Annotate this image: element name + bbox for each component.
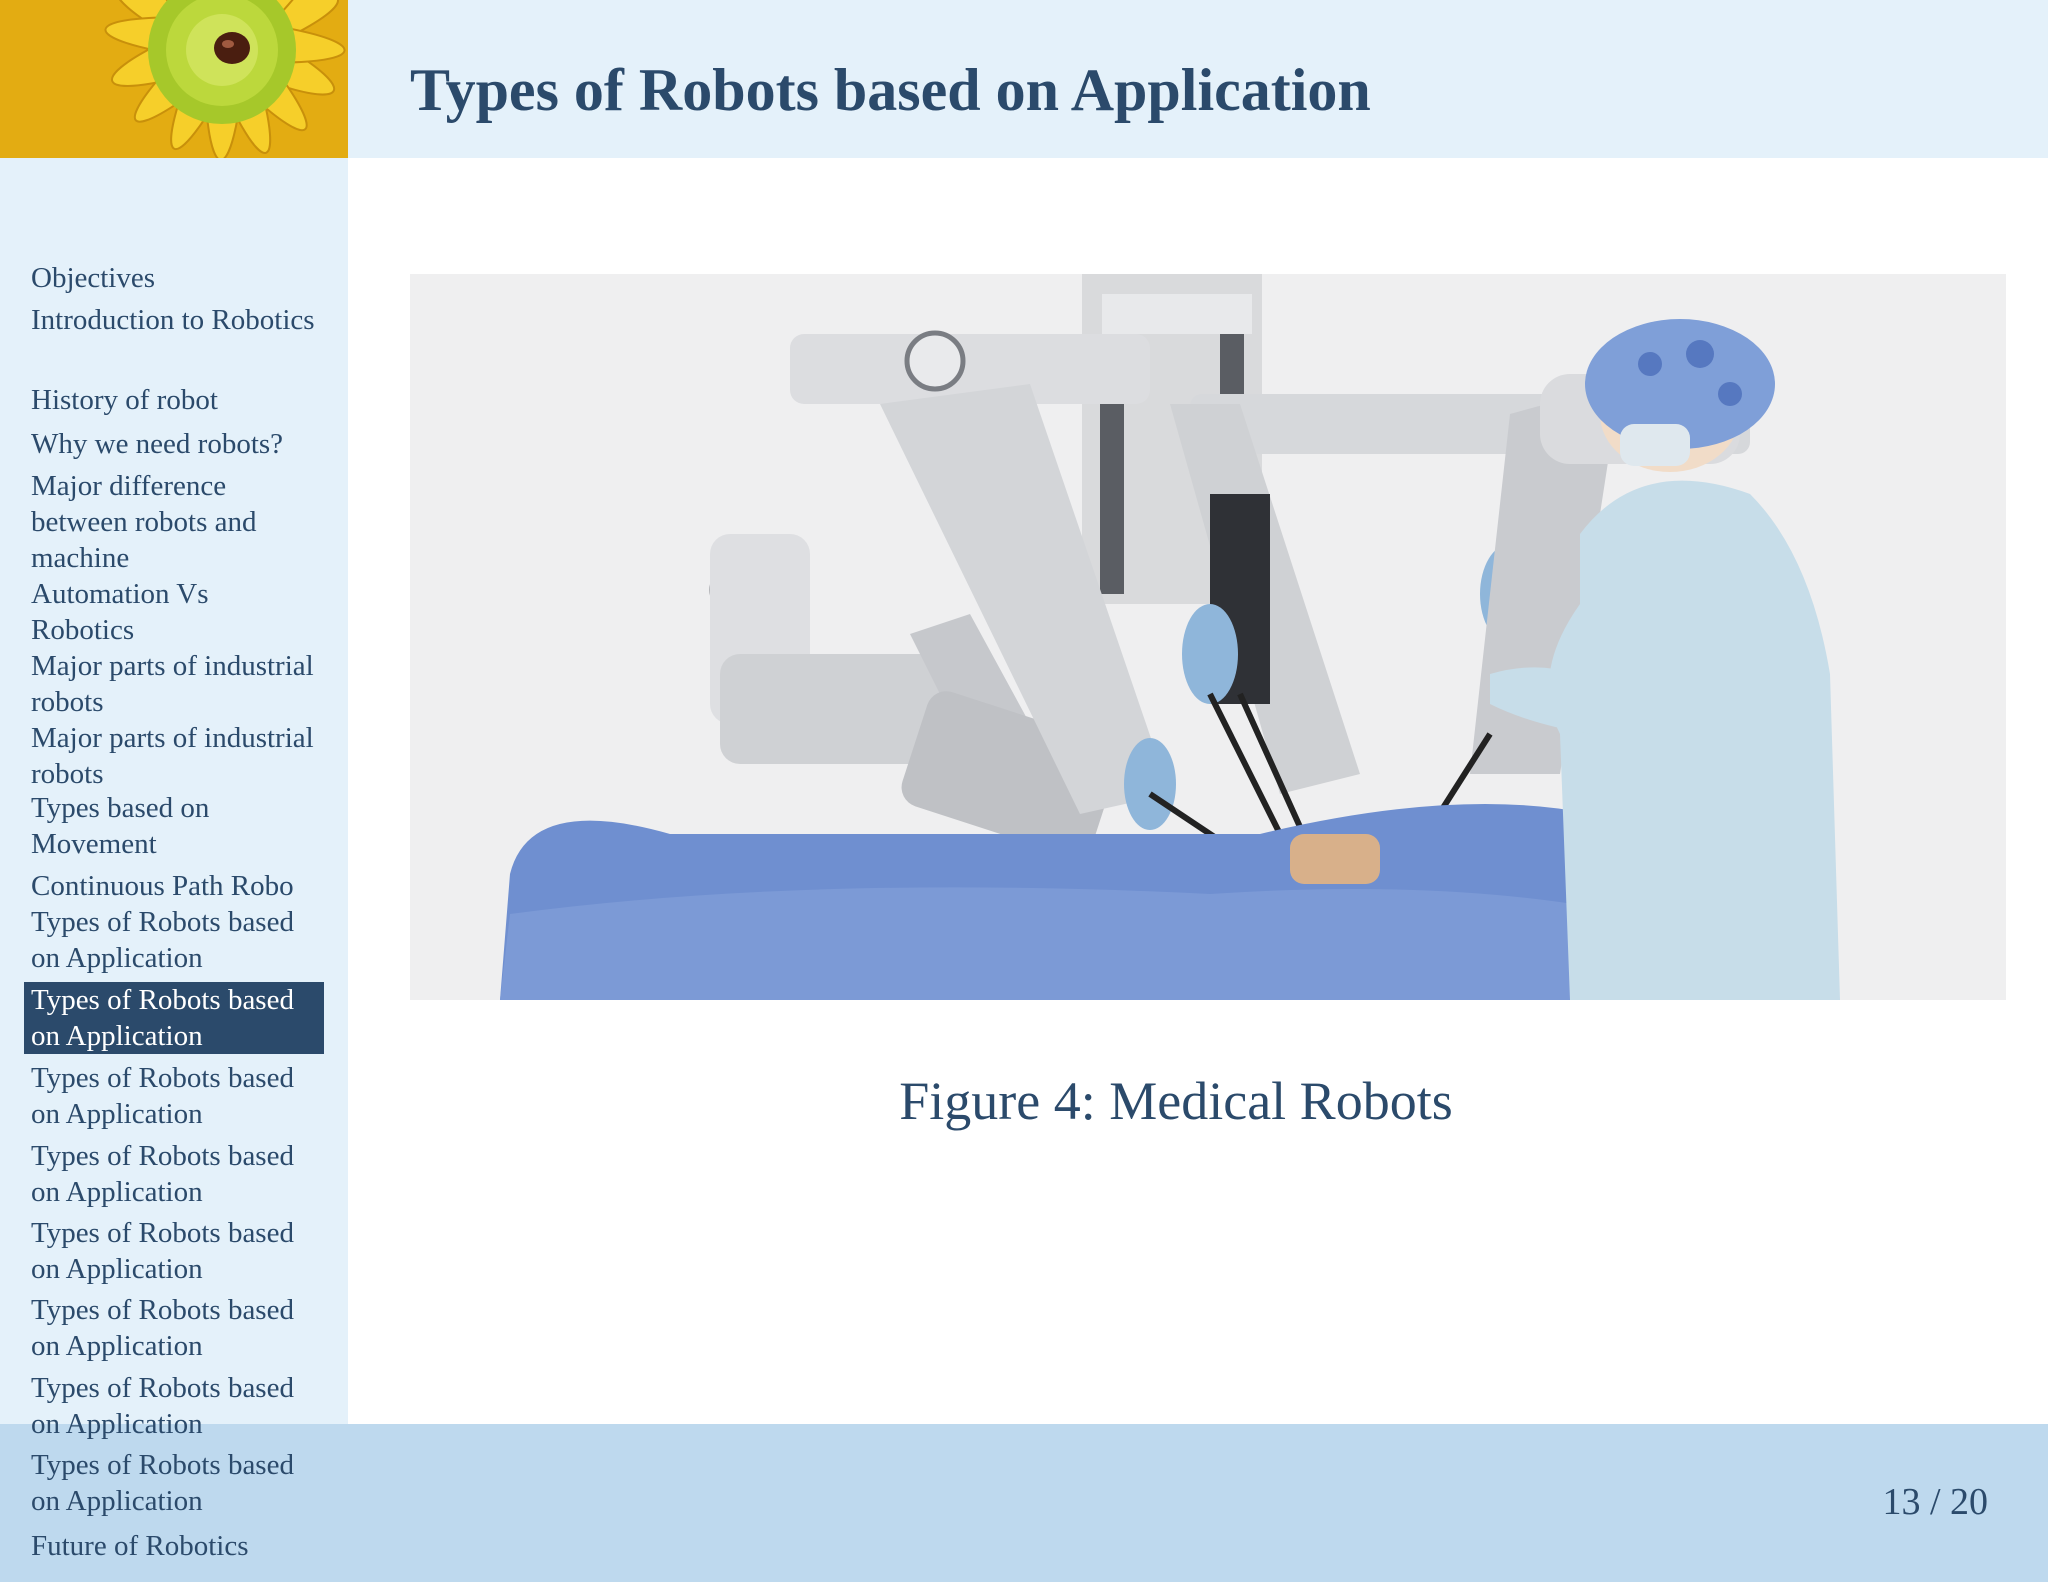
nav-item-introduction[interactable]: Introduction to Robotics <box>24 302 324 338</box>
nav-item-future[interactable]: Future of Robotics <box>24 1528 324 1564</box>
nav-item-application-8[interactable]: Types of Robots based on Application <box>24 1447 324 1519</box>
figure-caption: Figure 4: Medical Robots <box>899 1071 1453 1131</box>
nav-item-application-3[interactable]: Types of Robots based on Application <box>24 1060 324 1132</box>
nav-item-application-4[interactable]: Types of Robots based on Application <box>24 1138 324 1210</box>
nav-item-objectives[interactable]: Objectives <box>24 260 324 296</box>
nav-item-continuous-path[interactable]: Continuous Path Robo <box>24 868 324 904</box>
nav-item-automation-vs-robotics[interactable]: Automation Vs Robotics <box>24 576 324 648</box>
nav-item-types-movement[interactable]: Types based on Movement <box>24 790 324 862</box>
nav-item-application-6[interactable]: Types of Robots based on Application <box>24 1292 324 1364</box>
nav-item-application-1[interactable]: Types of Robots based on Application <box>24 904 324 976</box>
page-number: 13 / 20 <box>1882 1481 1988 1523</box>
nav-item-major-parts-2[interactable]: Major parts of industrial robots <box>24 720 324 792</box>
sunflower-logo <box>0 0 348 158</box>
nav-item-application-7[interactable]: Types of Robots based on Application <box>24 1370 324 1442</box>
nav-item-major-difference[interactable]: Major difference between robots and mach… <box>24 468 324 576</box>
slide-header: Types of Robots based on Application <box>0 0 2048 158</box>
nav-item-why-robots[interactable]: Why we need robots? <box>24 426 324 462</box>
nav-item-application-5[interactable]: Types of Robots based on Application <box>24 1215 324 1287</box>
slide-title: Types of Robots based on Application <box>410 57 1371 123</box>
nav-item-history[interactable]: History of robot <box>24 382 324 418</box>
medical-robot-image <box>410 274 2006 1000</box>
nav-item-major-parts-1[interactable]: Major parts of industrial robots <box>24 648 324 720</box>
nav-item-application-2-active[interactable]: Types of Robots based on Application <box>24 982 324 1054</box>
